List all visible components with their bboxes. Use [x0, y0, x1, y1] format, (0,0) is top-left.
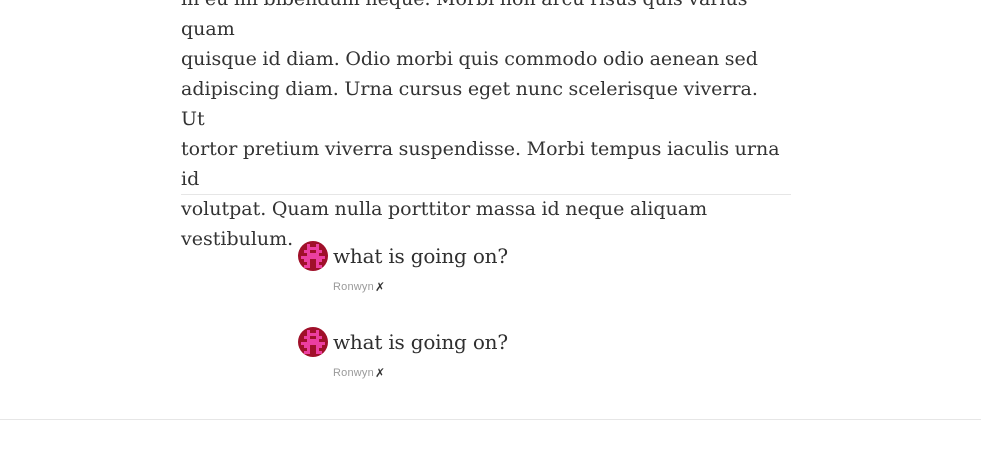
comment-meta: Ronwyn ✗ — [333, 366, 698, 380]
comment-text: what is going on? — [333, 244, 508, 268]
delete-comment-button[interactable]: ✗ — [375, 280, 385, 294]
article-paragraph: in eu mi bibendum neque. Morbi non arcu … — [181, 0, 791, 254]
article-line: adipiscing diam. Urna cursus eget nunc s… — [181, 78, 758, 130]
comment-item: what is going on? Ronwyn ✗ — [298, 240, 698, 326]
comment-header: what is going on? — [298, 326, 698, 358]
footer-divider — [0, 419, 981, 420]
article-line: volutpat. Quam nulla porttitor massa id … — [181, 198, 708, 220]
article-divider — [181, 194, 791, 195]
article-body: in eu mi bibendum neque. Morbi non arcu … — [181, 0, 791, 254]
pixel-avatar-icon — [298, 327, 328, 357]
article-line: vestibulum. — [181, 228, 294, 250]
comment-author[interactable]: Ronwyn — [333, 367, 374, 379]
article-line: in eu mi bibendum neque. Morbi non arcu … — [181, 0, 748, 40]
comment-header: what is going on? — [298, 240, 698, 272]
article-line: quisque id diam. Odio morbi quis commodo… — [181, 48, 758, 70]
comment-list: what is going on? Ronwyn ✗ what is going… — [298, 240, 698, 412]
article-line: tortor pretium viverra suspendisse. Morb… — [181, 138, 780, 190]
comment-meta: Ronwyn ✗ — [333, 280, 698, 294]
pixel-avatar-icon — [298, 241, 328, 271]
delete-comment-button[interactable]: ✗ — [375, 366, 385, 380]
comment-author[interactable]: Ronwyn — [333, 281, 374, 293]
comment-item: what is going on? Ronwyn ✗ — [298, 326, 698, 412]
comment-text: what is going on? — [333, 330, 508, 354]
